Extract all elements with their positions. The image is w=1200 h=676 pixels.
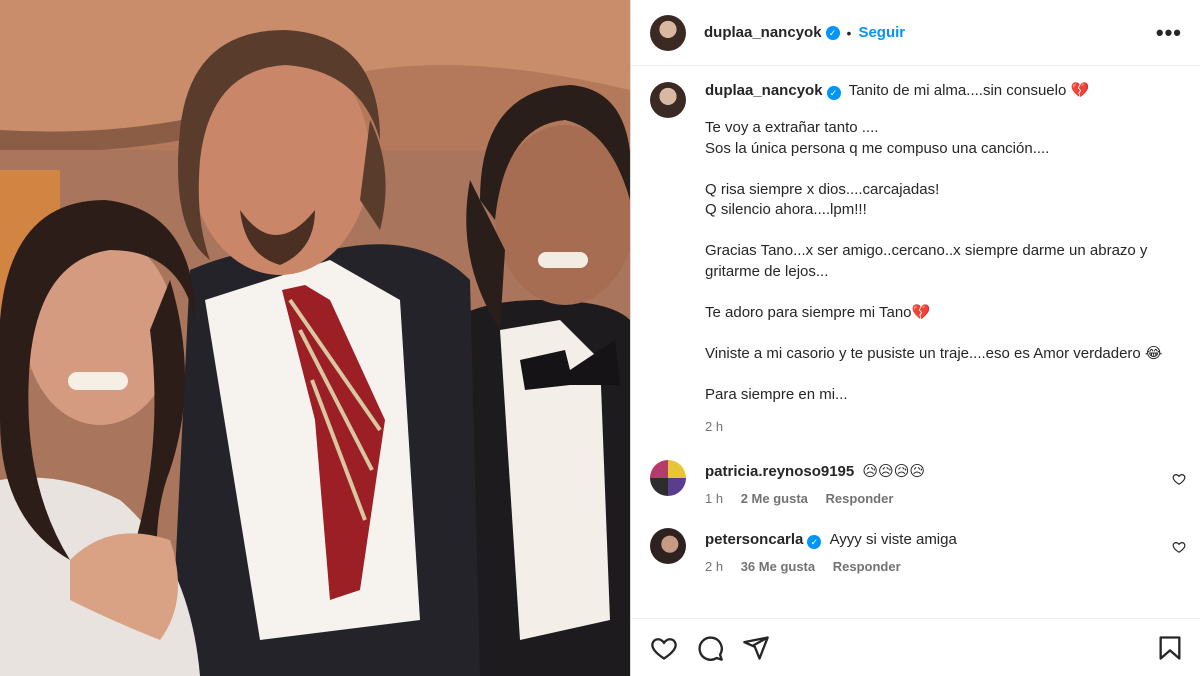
comment-username[interactable]: patricia.reynoso9195 xyxy=(705,463,854,480)
post-sidebar: duplaa_nancyok ✓ • Seguir ••• duplaa_nan… xyxy=(630,0,1200,676)
post-view: duplaa_nancyok ✓ • Seguir ••• duplaa_nan… xyxy=(0,0,1200,676)
separator-dot: • xyxy=(846,24,852,41)
comment-time[interactable]: 1 h xyxy=(705,491,723,506)
comment-text: 😥😥😥😥 xyxy=(862,463,925,480)
comment-item: patricia.reynoso9195 😥😥😥😥 1 h 2 Me gusta… xyxy=(631,460,1200,506)
follow-button[interactable]: Seguir xyxy=(858,24,905,41)
share-icon[interactable] xyxy=(742,634,770,662)
caption-heading: Tanito de mi alma....sin consuelo 💔 xyxy=(848,82,1090,99)
post-actions-bar xyxy=(631,618,1200,676)
more-options-icon[interactable]: ••• xyxy=(1156,21,1182,43)
author-avatar[interactable] xyxy=(650,14,686,51)
reply-button[interactable]: Responder xyxy=(826,491,894,506)
caption-username[interactable]: duplaa_nancyok xyxy=(705,82,823,99)
comment-likes[interactable]: 2 Me gusta xyxy=(741,491,808,506)
comment-meta: 2 h 36 Me gusta Responder xyxy=(705,559,1182,574)
commenter-avatar[interactable] xyxy=(650,528,686,564)
photo-illustration xyxy=(0,0,630,676)
bookmark-icon[interactable] xyxy=(1156,634,1184,662)
post-time[interactable]: 2 h xyxy=(705,419,1182,434)
comment-meta: 1 h 2 Me gusta Responder xyxy=(705,491,1182,506)
comment-icon[interactable] xyxy=(696,634,724,662)
post-header: duplaa_nancyok ✓ • Seguir ••• xyxy=(631,0,1200,66)
comment-text: Ayyy si viste amiga xyxy=(829,531,957,548)
comment-username[interactable]: petersoncarla xyxy=(705,531,803,548)
heart-icon[interactable] xyxy=(650,634,678,662)
comment-time[interactable]: 2 h xyxy=(705,559,723,574)
verified-badge-icon: ✓ xyxy=(826,86,841,100)
reply-button[interactable]: Responder xyxy=(833,559,901,574)
caption-first-line: duplaa_nancyok ✓ Tanito de mi alma....sin… xyxy=(705,82,1182,100)
author-username[interactable]: duplaa_nancyok xyxy=(704,24,822,41)
comment-likes[interactable]: 36 Me gusta xyxy=(741,559,815,574)
caption-avatar[interactable] xyxy=(650,82,686,118)
verified-badge-icon: ✓ xyxy=(825,25,840,40)
post-caption: duplaa_nancyok ✓ Tanito de mi alma....sin… xyxy=(631,66,1200,434)
comment-item: petersoncarla ✓ Ayyy si viste amiga 2 h 3… xyxy=(631,528,1200,574)
like-comment-heart-icon[interactable] xyxy=(1172,472,1186,486)
like-comment-heart-icon[interactable] xyxy=(1172,540,1186,554)
commenter-avatar[interactable] xyxy=(650,460,686,496)
post-photo[interactable] xyxy=(0,0,630,676)
verified-badge-icon: ✓ xyxy=(807,535,822,549)
caption-text: Te voy a extrañar tanto .... Sos la únic… xyxy=(705,119,1163,403)
